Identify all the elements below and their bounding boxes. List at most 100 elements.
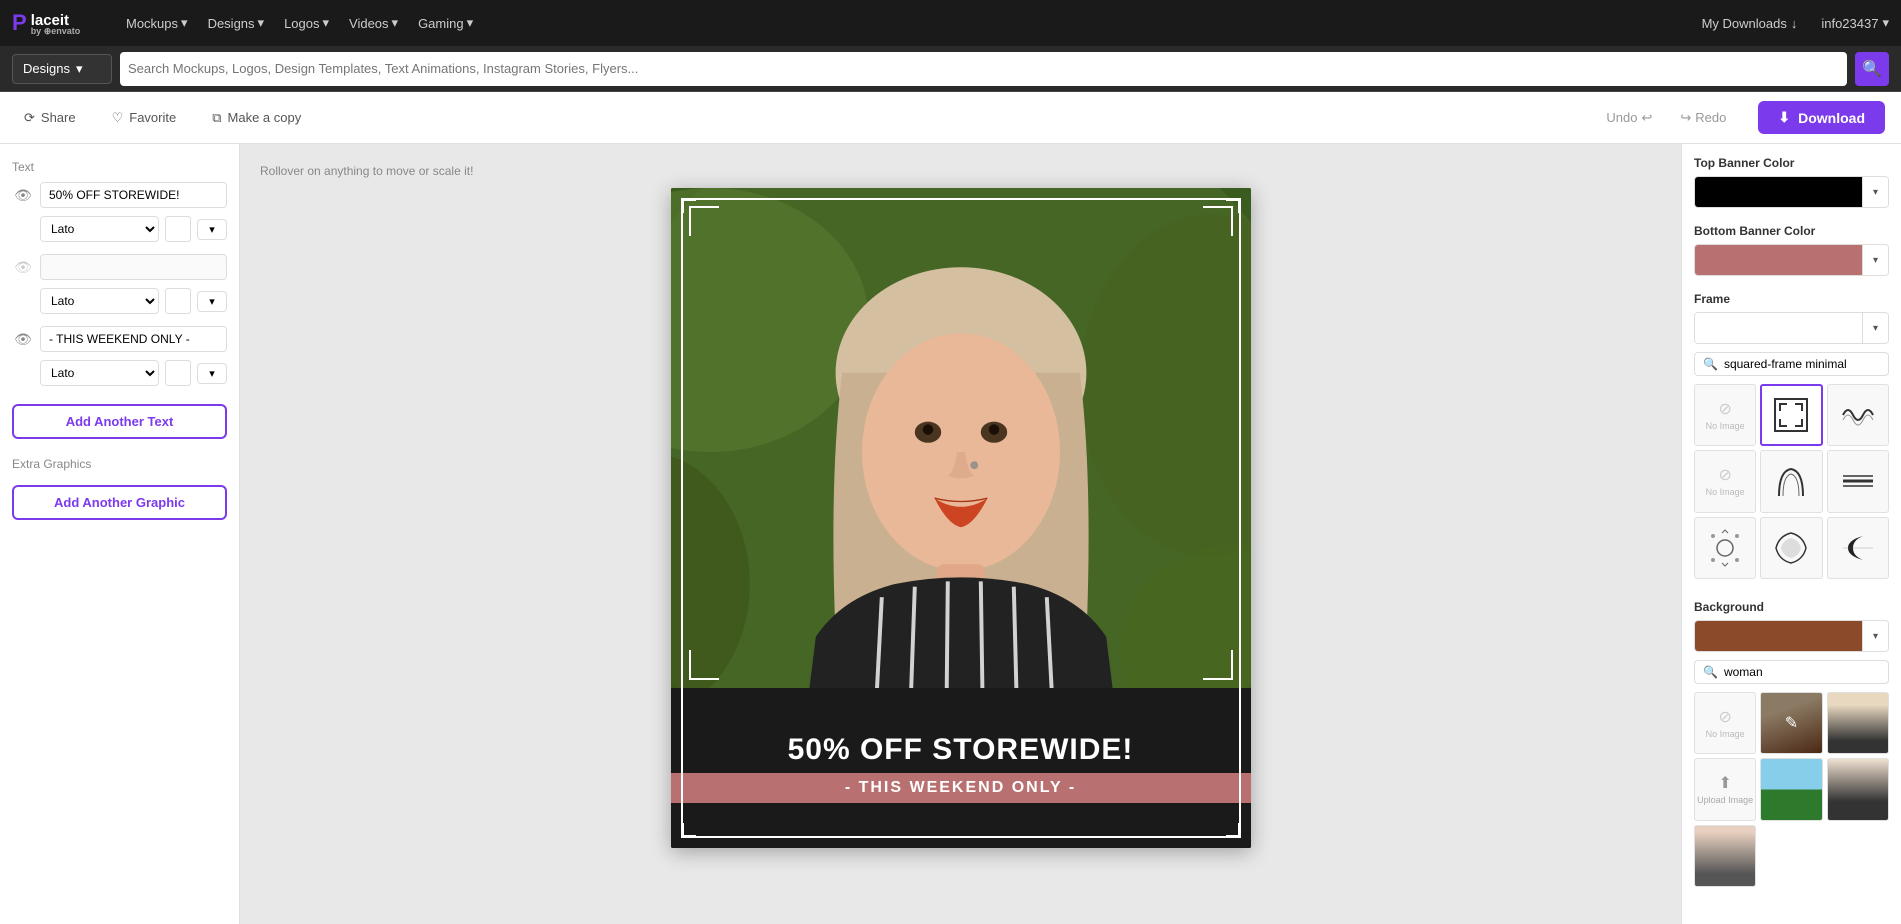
top-banner-color-section: Top Banner Color ▾ (1694, 156, 1889, 208)
font-size-1[interactable]: ▾ (197, 219, 227, 240)
text-field-row-1: 👁 (12, 182, 227, 208)
frame-thumb-lines[interactable] (1827, 450, 1889, 512)
bottom-banner-color-picker[interactable]: ▾ (1694, 244, 1889, 276)
text-input-3[interactable] (40, 326, 227, 352)
nav-videos[interactable]: Videos ▾ (349, 15, 398, 31)
text-input-2[interactable] (40, 254, 227, 280)
chevron-down-icon: ▾ (467, 15, 474, 31)
bg-thumb-woman3[interactable] (1827, 758, 1889, 820)
redo-button[interactable]: ↪ Redo (1672, 106, 1734, 130)
text-color-swatch-3[interactable] (165, 360, 191, 386)
font-select-3[interactable]: Lato (40, 360, 159, 386)
make-copy-button[interactable]: ⧉ Make a copy (204, 106, 309, 130)
search-input[interactable] (128, 61, 1839, 76)
frame-thumb-blob[interactable] (1760, 517, 1822, 579)
visibility-toggle-2[interactable]: 👁 (12, 256, 34, 278)
chevron-down-icon: ▾ (258, 15, 265, 31)
toolbar: ⟳ Share ♡ Favorite ⧉ Make a copy Undo ↩ … (0, 92, 1901, 144)
frame-dropdown-arrow[interactable]: ▾ (1862, 313, 1888, 343)
add-graphic-button[interactable]: Add Another Graphic (12, 485, 227, 520)
chevron-down-icon: ▾ (322, 15, 329, 31)
frame-dropdown-row[interactable]: ▾ (1694, 312, 1889, 344)
share-button[interactable]: ⟳ Share (16, 106, 84, 130)
font-size-3[interactable]: ▾ (197, 363, 227, 384)
brand-logo[interactable]: P laceit by ⊕envato (12, 9, 102, 37)
text-section-label: Text (12, 160, 227, 174)
chevron-down-icon: ▾ (1882, 15, 1889, 31)
chevron-down-icon: ▾ (181, 15, 188, 31)
bg-thumb-woman4[interactable] (1694, 825, 1756, 887)
search-button[interactable]: 🔍 (1855, 52, 1889, 86)
frame-search-input[interactable] (1724, 357, 1880, 371)
frame-grid: ⊘ No Image (1694, 384, 1889, 579)
canvas-bottom-banner: 50% OFF STOREWIDE! - THIS WEEKEND ONLY - (671, 688, 1251, 848)
left-panel: Text 👁 Lato ▾ 👁 Lato ▾ 👁 (0, 144, 240, 924)
top-banner-color-block[interactable] (1695, 177, 1862, 207)
heart-icon: ♡ (112, 110, 124, 126)
top-banner-color-dropdown[interactable]: ▾ (1862, 177, 1888, 207)
background-color-picker[interactable]: ▾ (1694, 620, 1889, 652)
text-color-swatch-2[interactable] (165, 288, 191, 314)
bg-thumb-woman1[interactable]: ✎ (1760, 692, 1822, 754)
nav-logos[interactable]: Logos ▾ (284, 15, 329, 31)
chevron-down-icon: ▾ (392, 15, 399, 31)
font-row-2: Lato ▾ (40, 288, 227, 314)
chevron-down-icon: ▾ (76, 61, 83, 77)
frame-thumb-gear-dots[interactable] (1694, 517, 1756, 579)
text-input-1[interactable] (40, 182, 227, 208)
bottom-banner-color-block[interactable] (1695, 245, 1862, 275)
bg-thumb-woman2[interactable] (1827, 692, 1889, 754)
bottom-banner-color-label: Bottom Banner Color (1694, 224, 1889, 238)
text-field-row-2: 👁 (12, 254, 227, 280)
canvas-hint: Rollover on anything to move or scale it… (260, 164, 473, 178)
font-select-2[interactable]: Lato (40, 288, 159, 314)
font-row-1: Lato ▾ (40, 216, 227, 242)
background-label: Background (1694, 600, 1889, 614)
top-banner-color-picker[interactable]: ▾ (1694, 176, 1889, 208)
bg-grid: ⊘ No Image ✎ ⬆ Upload Ima (1694, 692, 1889, 887)
frame-corner-tr (1203, 206, 1233, 236)
frame-corner-br (1203, 650, 1233, 680)
top-navigation: P laceit by ⊕envato Mockups ▾ Designs ▾ … (0, 0, 1901, 46)
download-icon: ⬇ (1778, 109, 1790, 126)
frame-thumb-square[interactable] (1760, 384, 1822, 446)
nav-designs[interactable]: Designs ▾ (208, 15, 265, 31)
frame-thumb-no-img-1[interactable]: ⊘ No Image (1694, 384, 1756, 446)
add-text-button[interactable]: Add Another Text (12, 404, 227, 439)
bottom-banner-color-dropdown[interactable]: ▾ (1862, 245, 1888, 275)
bg-thumb-no-img[interactable]: ⊘ No Image (1694, 692, 1756, 754)
background-color-dropdown[interactable]: ▾ (1862, 621, 1888, 651)
undo-button[interactable]: Undo ↩ (1598, 106, 1660, 130)
frame-thumb-arch[interactable] (1760, 450, 1822, 512)
brand-sub: by ⊕envato (31, 26, 81, 37)
frame-search-wrap: 🔍 (1694, 352, 1889, 376)
visibility-toggle-1[interactable]: 👁 (12, 184, 34, 206)
download-icon: ↓ (1791, 16, 1798, 31)
search-icon: 🔍 (1703, 665, 1718, 679)
text-field-row-3: 👁 (12, 326, 227, 352)
nav-right: My Downloads ↓ info23437 ▾ (1702, 15, 1889, 31)
frame-section: Frame ▾ 🔍 ⊘ No Image (1694, 292, 1889, 584)
canvas-area[interactable]: Rollover on anything to move or scale it… (240, 144, 1681, 924)
user-account[interactable]: info23437 ▾ (1821, 15, 1889, 31)
background-color-block[interactable] (1695, 621, 1862, 651)
search-category-dropdown[interactable]: Designs ▾ (12, 54, 112, 84)
bg-search-input[interactable] (1724, 665, 1880, 679)
canvas-sub-text: - THIS WEEKEND ONLY - (671, 773, 1251, 803)
font-select-1[interactable]: Lato (40, 216, 159, 242)
canvas-container[interactable]: 50% OFF STOREWIDE! - THIS WEEKEND ONLY - (671, 188, 1251, 848)
bg-thumb-landscape[interactable] (1760, 758, 1822, 820)
frame-thumb-crescent[interactable] (1827, 517, 1889, 579)
nav-mockups[interactable]: Mockups ▾ (126, 15, 188, 31)
text-color-swatch-1[interactable] (165, 216, 191, 242)
download-button[interactable]: ⬇ Download (1758, 101, 1885, 134)
favorite-button[interactable]: ♡ Favorite (104, 106, 185, 130)
my-downloads-link[interactable]: My Downloads ↓ (1702, 16, 1798, 31)
visibility-toggle-3[interactable]: 👁 (12, 328, 34, 350)
font-size-2[interactable]: ▾ (197, 291, 227, 312)
nav-gaming[interactable]: Gaming ▾ (418, 15, 473, 31)
frame-thumb-no-img-2[interactable]: ⊘ No Image (1694, 450, 1756, 512)
background-section: Background ▾ 🔍 ⊘ No Image (1694, 600, 1889, 887)
frame-thumb-wavy[interactable] (1827, 384, 1889, 446)
bg-thumb-upload[interactable]: ⬆ Upload Image (1694, 758, 1756, 820)
